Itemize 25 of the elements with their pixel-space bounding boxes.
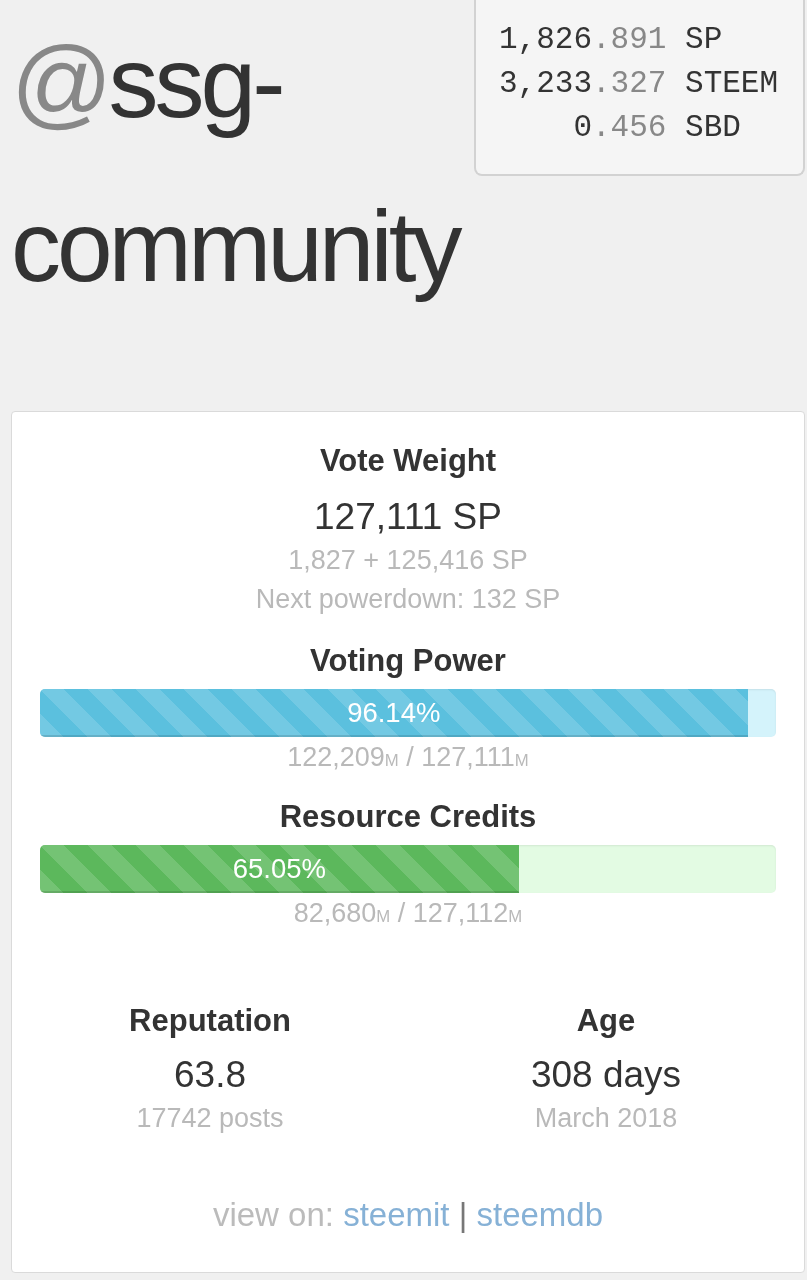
- stat-value: 308 days: [529, 1053, 683, 1097]
- section-title: Resource Credits: [278, 799, 538, 835]
- balance-amount: 3,233.327: [499, 65, 667, 103]
- stat-detail: Next powerdown: 132 SP: [254, 583, 562, 616]
- currency-unit: SP: [685, 21, 724, 59]
- currency-unit: SBD: [685, 109, 742, 147]
- account-name: @ssg-community: [11, 25, 460, 304]
- stat-title: Reputation: [128, 1003, 292, 1039]
- percent-label: 96.14%: [346, 696, 442, 731]
- separator: |: [458, 1196, 468, 1233]
- percent-label: 65.05%: [231, 852, 327, 887]
- stat-title: Age: [575, 1003, 637, 1039]
- balance-amount: 0.456: [573, 109, 667, 147]
- balance-amount: 1,826.891: [499, 21, 667, 59]
- stat-detail: 17742 posts: [135, 1102, 285, 1135]
- currency-unit: STEEM: [685, 65, 779, 103]
- section-title: Vote Weight: [318, 443, 498, 479]
- stat-detail: 1,827 + 125,416 SP: [287, 544, 529, 577]
- site-link[interactable]: steemdb: [476, 1196, 604, 1233]
- stat-value: 127,111 SP: [313, 495, 503, 539]
- stat-value: 63.8: [173, 1053, 247, 1097]
- stat-detail: March 2018: [533, 1102, 679, 1135]
- site-link[interactable]: steemit: [343, 1196, 450, 1233]
- view-on-label: view on:: [212, 1196, 334, 1233]
- section-title: Voting Power: [309, 643, 507, 679]
